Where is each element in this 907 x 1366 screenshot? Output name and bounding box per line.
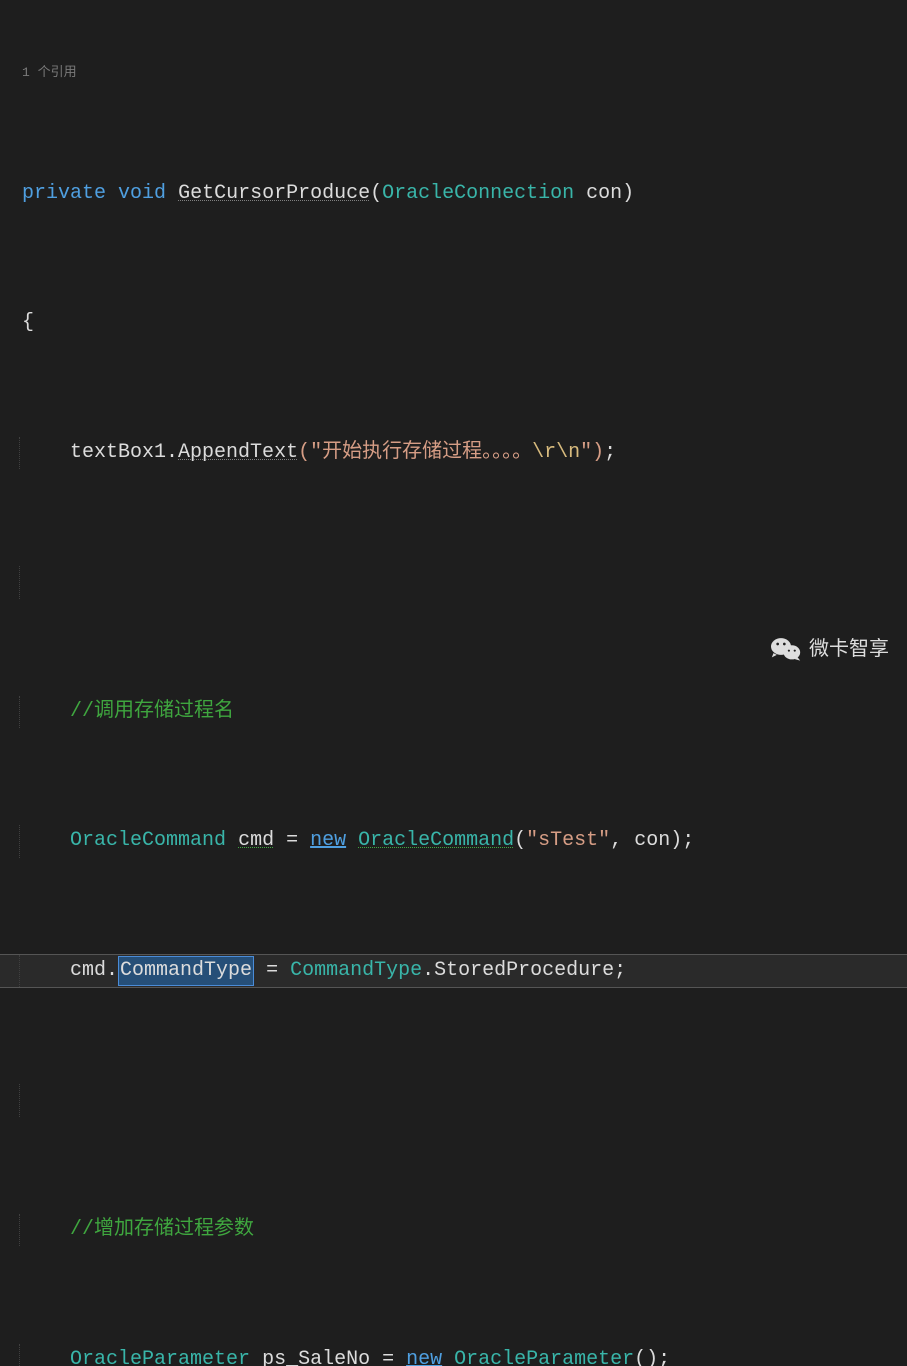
var-cmd: cmd	[238, 829, 274, 852]
code-editor[interactable]: 1 个引用 private void GetCursorProduce(Orac…	[0, 0, 907, 1366]
comment: //增加存储过程参数	[70, 1218, 254, 1241]
type-oraclecommand: OracleCommand	[70, 829, 226, 852]
brace-open: {	[22, 311, 34, 334]
keyword-new: new	[406, 1348, 442, 1366]
code-line[interactable]	[0, 1084, 907, 1116]
ctor-oracleparameter: OracleParameter	[454, 1348, 634, 1366]
keyword-private: private	[22, 182, 106, 205]
selection-commandtype[interactable]: CommandType	[118, 956, 254, 986]
var-pssaleno: ps_SaleNo	[262, 1348, 370, 1366]
watermark-text: 微卡智享	[809, 633, 889, 665]
type-oracleparameter: OracleParameter	[70, 1348, 250, 1366]
code-line[interactable]: OracleCommand cmd = new OracleCommand("s…	[0, 825, 907, 857]
code-line[interactable]	[0, 566, 907, 598]
code-line[interactable]: {	[0, 307, 907, 339]
keyword-void: void	[118, 182, 166, 205]
wechat-icon	[771, 634, 801, 664]
code-line[interactable]: OracleParameter ps_SaleNo = new OraclePa…	[0, 1344, 907, 1366]
ctor-oraclecommand: OracleCommand	[358, 829, 514, 852]
keyword-new: new	[310, 829, 346, 852]
code-line[interactable]: //调用存储过程名	[0, 696, 907, 728]
code-line[interactable]: private void GetCursorProduce(OracleConn…	[0, 178, 907, 210]
code-line[interactable]: //增加存储过程参数	[0, 1214, 907, 1246]
param-con: con	[586, 182, 622, 205]
code-line[interactable]: textBox1.AppendText("开始执行存储过程。。。。\r\n");	[0, 437, 907, 469]
escape-sequence: \r\n	[532, 441, 580, 464]
watermark: 微卡智享	[771, 633, 889, 665]
method-name: GetCursorProduce	[178, 182, 370, 205]
type-oracleconnection: OracleConnection	[382, 182, 574, 205]
code-line-highlighted[interactable]: cmd.CommandType = CommandType.StoredProc…	[0, 954, 907, 988]
comment: //调用存储过程名	[70, 700, 234, 723]
type-commandtype: CommandType	[290, 959, 422, 982]
call-appendtext: AppendText	[178, 441, 298, 464]
references-count[interactable]: 1 个引用	[0, 65, 907, 81]
